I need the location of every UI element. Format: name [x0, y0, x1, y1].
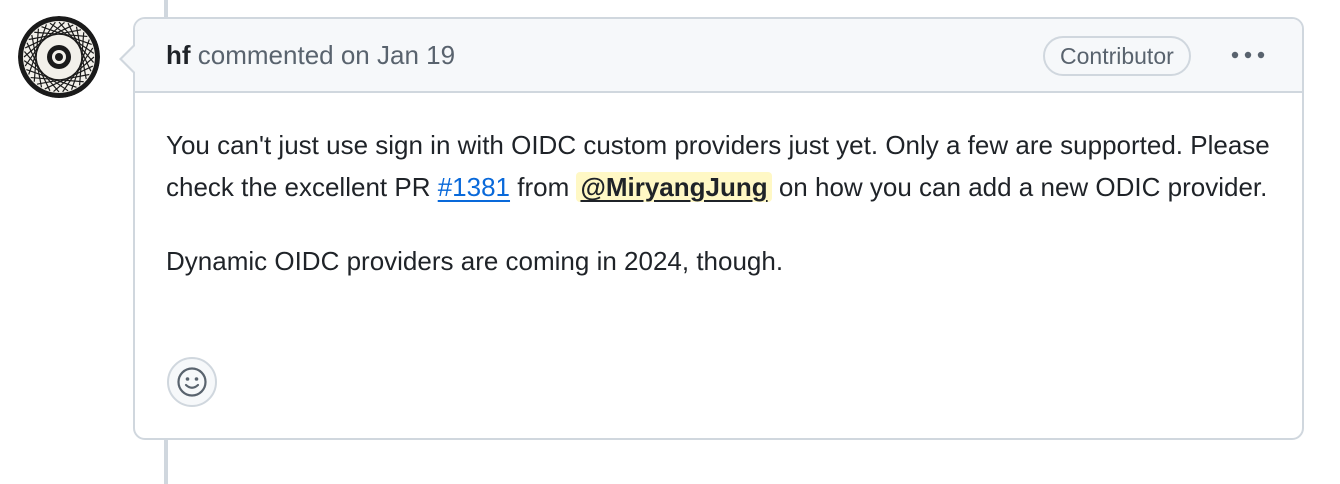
comment-action: commented on: [197, 40, 370, 70]
user-mention[interactable]: @MiryangJung: [576, 172, 772, 202]
comment-paragraph: You can't just use sign in with OIDC cus…: [166, 130, 1270, 202]
comment-meta: hf commented on Jan 19: [166, 40, 455, 71]
comment-box: hf commented on Jan 19 Contributor You c…: [119, 17, 1304, 440]
comment-body: You can't just use sign in with OIDC cus…: [166, 124, 1286, 314]
author-name[interactable]: hf: [166, 40, 191, 70]
comment-options-button[interactable]: [1225, 41, 1271, 69]
role-badge: Contributor: [1043, 36, 1191, 76]
comment-paragraph: Dynamic OIDC providers are coming in 202…: [166, 246, 784, 276]
comment-date[interactable]: Jan 19: [377, 40, 455, 70]
add-reaction-button[interactable]: [167, 357, 217, 407]
avatar-image: [18, 16, 100, 98]
kebab-horizontal-icon: [1231, 51, 1265, 59]
issue-link[interactable]: #1381: [438, 172, 510, 202]
smiley-icon: [177, 367, 207, 397]
avatar[interactable]: [18, 16, 100, 98]
comment-header: hf commented on Jan 19 Contributor: [135, 19, 1302, 93]
